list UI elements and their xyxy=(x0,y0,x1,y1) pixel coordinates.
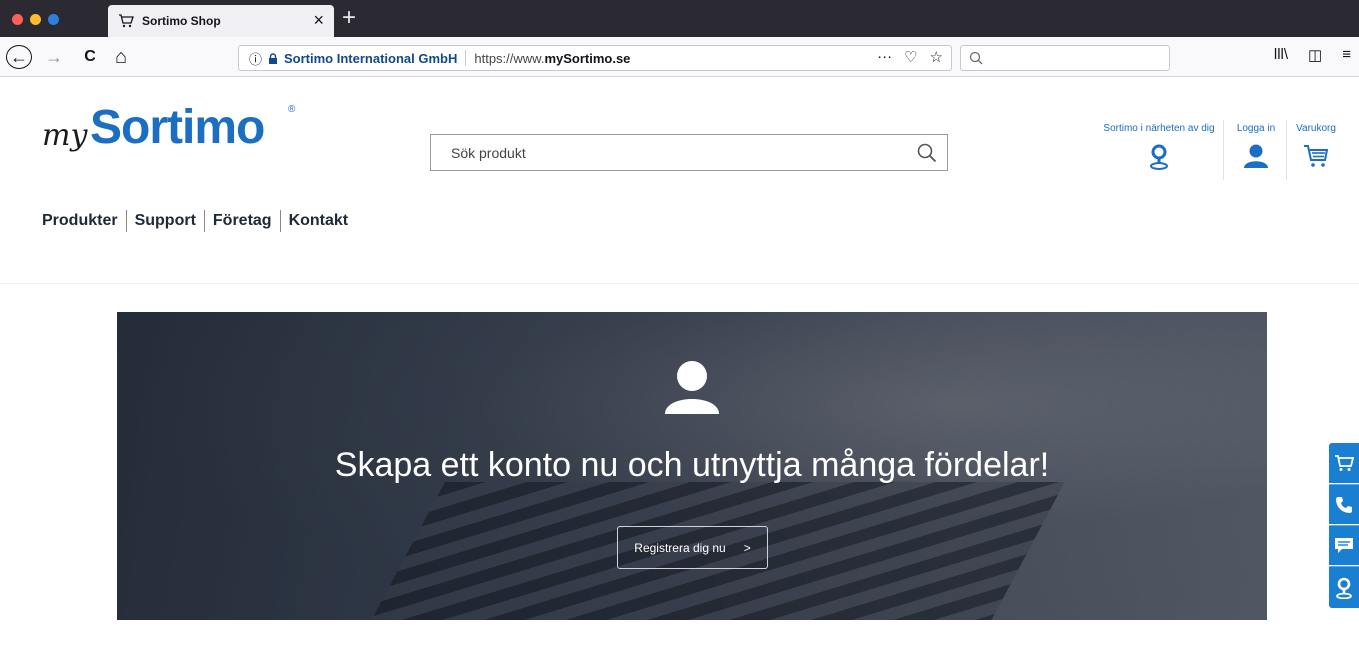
url-text[interactable]: https://www.mySortimo.se xyxy=(474,51,630,66)
chat-icon xyxy=(1335,537,1353,553)
info-icon[interactable]: ⓘ xyxy=(249,49,262,68)
browser-nav-bar: ← → C ⌂ ⓘ Sortimo International GmbH htt… xyxy=(0,37,1359,77)
register-button[interactable]: Registrera dig nu > xyxy=(617,526,768,569)
maximize-window-icon[interactable] xyxy=(48,14,59,25)
url-domain: mySortimo.se xyxy=(544,50,631,66)
tab-close-button[interactable]: × xyxy=(313,10,324,31)
header-divider xyxy=(1286,120,1287,180)
nav-separator xyxy=(125,210,127,232)
header-link-login[interactable]: Logga in xyxy=(1232,123,1280,183)
product-search-input[interactable] xyxy=(431,144,907,161)
header-link-cart[interactable]: Varukorg xyxy=(1292,123,1340,183)
location-pin-icon xyxy=(1336,577,1352,599)
browser-toolbar-right: lll\ ◫ ≡ xyxy=(1274,46,1351,64)
site-logo[interactable]: my Sortimo ® xyxy=(42,100,312,180)
cart-icon xyxy=(1304,145,1329,167)
hero-title: Skapa ett konto nu och utnyttja många fö… xyxy=(334,446,1050,484)
url-bar[interactable]: ⓘ Sortimo International GmbH https://www… xyxy=(238,45,952,71)
reload-icon: C xyxy=(84,48,96,65)
side-chat-button[interactable] xyxy=(1329,525,1359,565)
nav-separator xyxy=(279,210,281,232)
home-icon: ⌂ xyxy=(114,45,128,68)
phone-icon xyxy=(1336,496,1352,513)
user-icon xyxy=(665,361,719,414)
cart-label: Varukorg xyxy=(1296,123,1336,134)
url-separator xyxy=(465,50,467,66)
search-icon xyxy=(969,51,983,65)
side-cart-button[interactable] xyxy=(1329,443,1359,483)
logo-registered-mark: ® xyxy=(288,104,296,115)
register-button-label: Registrera dig nu xyxy=(634,540,726,555)
side-location-button[interactable] xyxy=(1329,566,1359,608)
chevron-right-icon: > xyxy=(743,540,751,555)
header-link-nearby[interactable]: Sortimo i närheten av dig xyxy=(1102,123,1216,183)
browser-tab[interactable]: Sortimo Shop × xyxy=(108,5,334,37)
logo-sortimo-text: Sortimo xyxy=(90,101,265,154)
back-arrow-icon: ← xyxy=(10,46,28,67)
nav-item-foretag[interactable]: Företag xyxy=(213,212,272,230)
bookmark-star-icon[interactable]: ☆ xyxy=(930,48,943,66)
nav-separator xyxy=(203,210,205,232)
url-prefix: https://www. xyxy=(474,50,545,66)
product-search-button[interactable] xyxy=(907,135,947,170)
user-icon xyxy=(1244,144,1268,168)
nearby-label: Sortimo i närheten av dig xyxy=(1103,123,1215,134)
hero-banner: Skapa ett konto nu och utnyttja många fö… xyxy=(117,312,1267,620)
cart-icon xyxy=(119,14,134,28)
nav-item-support[interactable]: Support xyxy=(135,212,196,230)
side-phone-button[interactable] xyxy=(1329,484,1359,524)
tab-title: Sortimo Shop xyxy=(142,14,221,28)
site-identity[interactable]: Sortimo International GmbH xyxy=(284,51,457,66)
new-tab-button[interactable]: + xyxy=(342,4,356,32)
browser-search-bar[interactable] xyxy=(960,45,1170,71)
page-content: my Sortimo ® Sortimo i närheten av dig L… xyxy=(0,78,1359,657)
pocket-icon[interactable]: ♡ xyxy=(904,48,917,66)
page-actions-icon[interactable]: ··· xyxy=(877,48,892,66)
home-button[interactable]: ⌂ xyxy=(110,45,132,69)
library-icon[interactable]: lll\ xyxy=(1274,46,1288,64)
forward-arrow-icon: → xyxy=(45,46,63,67)
sidebar-icon[interactable]: ◫ xyxy=(1308,46,1322,64)
main-navigation: Produkter Support Företag Kontakt xyxy=(42,210,348,232)
login-label: Logga in xyxy=(1236,123,1276,134)
forward-button[interactable]: → xyxy=(44,45,64,69)
search-icon xyxy=(917,143,937,162)
header-divider xyxy=(1223,120,1224,180)
nav-item-kontakt[interactable]: Kontakt xyxy=(289,212,349,230)
product-search xyxy=(430,134,948,171)
minimize-window-icon[interactable] xyxy=(30,14,41,25)
lock-icon xyxy=(269,52,278,64)
logo-my-text: my xyxy=(42,118,88,153)
url-actions: ··· ♡ ☆ xyxy=(877,48,943,66)
cart-icon xyxy=(1335,455,1354,471)
browser-tab-bar: Sortimo Shop × + xyxy=(0,0,1359,37)
header-divider-line xyxy=(0,283,1359,284)
location-pin-icon xyxy=(1150,144,1168,170)
close-window-icon[interactable] xyxy=(12,14,23,25)
reload-button[interactable]: C xyxy=(80,45,100,69)
back-button[interactable]: ← xyxy=(6,45,32,69)
menu-icon[interactable]: ≡ xyxy=(1342,46,1351,64)
nav-item-produkter[interactable]: Produkter xyxy=(42,212,118,230)
